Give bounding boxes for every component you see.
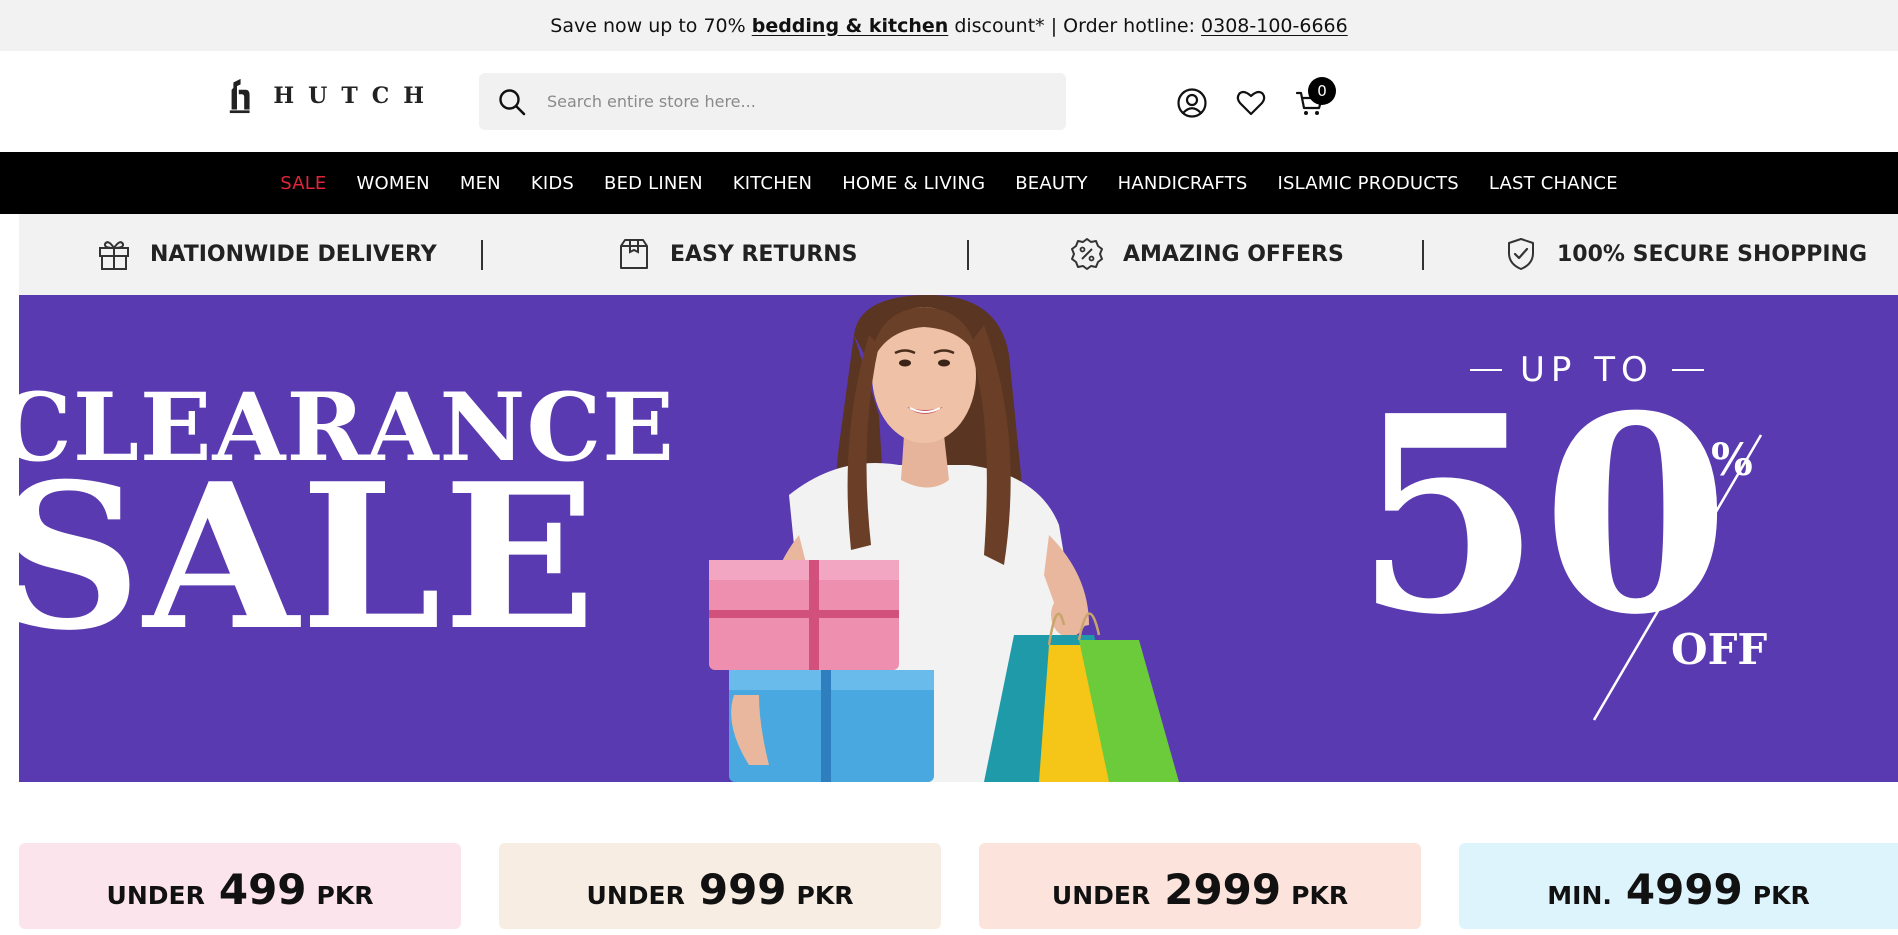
bedding-kitchen-link[interactable]: bedding & kitchen (752, 15, 949, 37)
hero-sale-text: SALE (19, 440, 598, 675)
wishlist-heart-icon[interactable] (1235, 87, 1267, 119)
logo-text: HUTCH (273, 83, 438, 109)
price-card-under-499[interactable]: UNDER 499 PKR (19, 843, 461, 929)
shield-check-icon (1508, 238, 1534, 270)
feature-divider (481, 240, 483, 270)
feature-divider (1422, 240, 1424, 270)
price-card-currency: PKR (796, 881, 854, 910)
nav-item-handicrafts[interactable]: HANDICRAFTS (1118, 173, 1248, 194)
gift-icon (99, 241, 129, 270)
price-card-currency: PKR (1752, 881, 1810, 910)
model-with-gifts-image (709, 295, 1179, 782)
price-card-amount: 2999 (1164, 865, 1282, 914)
nav-item-last-chance[interactable]: LAST CHANCE (1489, 173, 1618, 194)
feature-secure-shopping: 100% SECURE SHOPPING (1503, 232, 1867, 276)
price-card-prefix: MIN. (1547, 881, 1612, 910)
nav-item-kitchen[interactable]: KITCHEN (733, 173, 812, 194)
feature-nationwide-delivery: NATIONWIDE DELIVERY (96, 232, 437, 276)
hero-percent-sign: % (1711, 435, 1753, 486)
price-card-prefix: UNDER (586, 881, 685, 910)
hotline-link[interactable]: 0308-100-6666 (1201, 15, 1348, 37)
feature-label: NATIONWIDE DELIVERY (150, 241, 437, 267)
nav-item-beauty[interactable]: BEAUTY (1015, 173, 1087, 194)
feature-label: EASY RETURNS (670, 241, 858, 267)
announcement-text-2: discount* | Order hotline: (948, 14, 1202, 37)
logo-mark-icon (229, 78, 250, 114)
features-strip: NATIONWIDE DELIVERY EASY RETURNS AMAZING… (19, 214, 1898, 295)
price-card-prefix: UNDER (1051, 881, 1151, 910)
hero-off-text: OFF (1671, 625, 1768, 674)
price-card-currency: PKR (316, 881, 374, 910)
feature-amazing-offers: AMAZING OFFERS (1069, 232, 1344, 276)
price-card-prefix: UNDER (106, 881, 205, 910)
hero-banner[interactable]: CLEARANCE SALE UP TO 50 % OFF (19, 295, 1898, 782)
price-card-amount: 499 (218, 865, 307, 914)
nav-item-home-living[interactable]: HOME & LIVING (842, 173, 985, 194)
nav-item-bed-linen[interactable]: BED LINEN (604, 173, 703, 194)
nav-item-islamic-products[interactable]: ISLAMIC PRODUCTS (1277, 173, 1458, 194)
announcement-text-1: Save now up to 70% (550, 14, 752, 37)
price-card-under-999[interactable]: UNDER 999 PKR (499, 843, 941, 929)
cart-count-badge: 0 (1308, 77, 1336, 105)
search-input[interactable] (547, 92, 1027, 111)
percent-badge-icon (1071, 238, 1103, 270)
announcement-bar: Save now up to 70% bedding & kitchen dis… (0, 0, 1898, 51)
nav-item-kids[interactable]: KIDS (531, 173, 574, 194)
feature-label: AMAZING OFFERS (1123, 241, 1344, 267)
account-icon[interactable] (1176, 87, 1208, 119)
hero-discount-number: 50 (1354, 356, 1730, 674)
feature-easy-returns: EASY RETURNS (616, 232, 858, 276)
price-card-under-2999[interactable]: UNDER 2999 PKR (979, 843, 1421, 929)
main-nav: SALE WOMEN MEN KIDS BED LINEN KITCHEN HO… (0, 152, 1898, 214)
price-card-amount: 4999 (1625, 865, 1743, 914)
nav-item-men[interactable]: MEN (460, 173, 501, 194)
hutch-logo[interactable]: HUTCH (228, 73, 438, 119)
nav-item-sale[interactable]: SALE (280, 173, 326, 194)
nav-item-women[interactable]: WOMEN (357, 173, 430, 194)
price-card-min-4999[interactable]: MIN. 4999 PKR (1459, 843, 1898, 929)
box-icon (620, 239, 648, 269)
price-card-amount: 999 (698, 865, 787, 914)
search-bar[interactable] (479, 73, 1066, 130)
search-icon[interactable] (497, 87, 527, 117)
feature-divider (967, 240, 969, 270)
price-card-currency: PKR (1291, 881, 1349, 910)
site-header: HUTCH 0 (0, 51, 1898, 152)
feature-label: 100% SECURE SHOPPING (1557, 241, 1867, 267)
